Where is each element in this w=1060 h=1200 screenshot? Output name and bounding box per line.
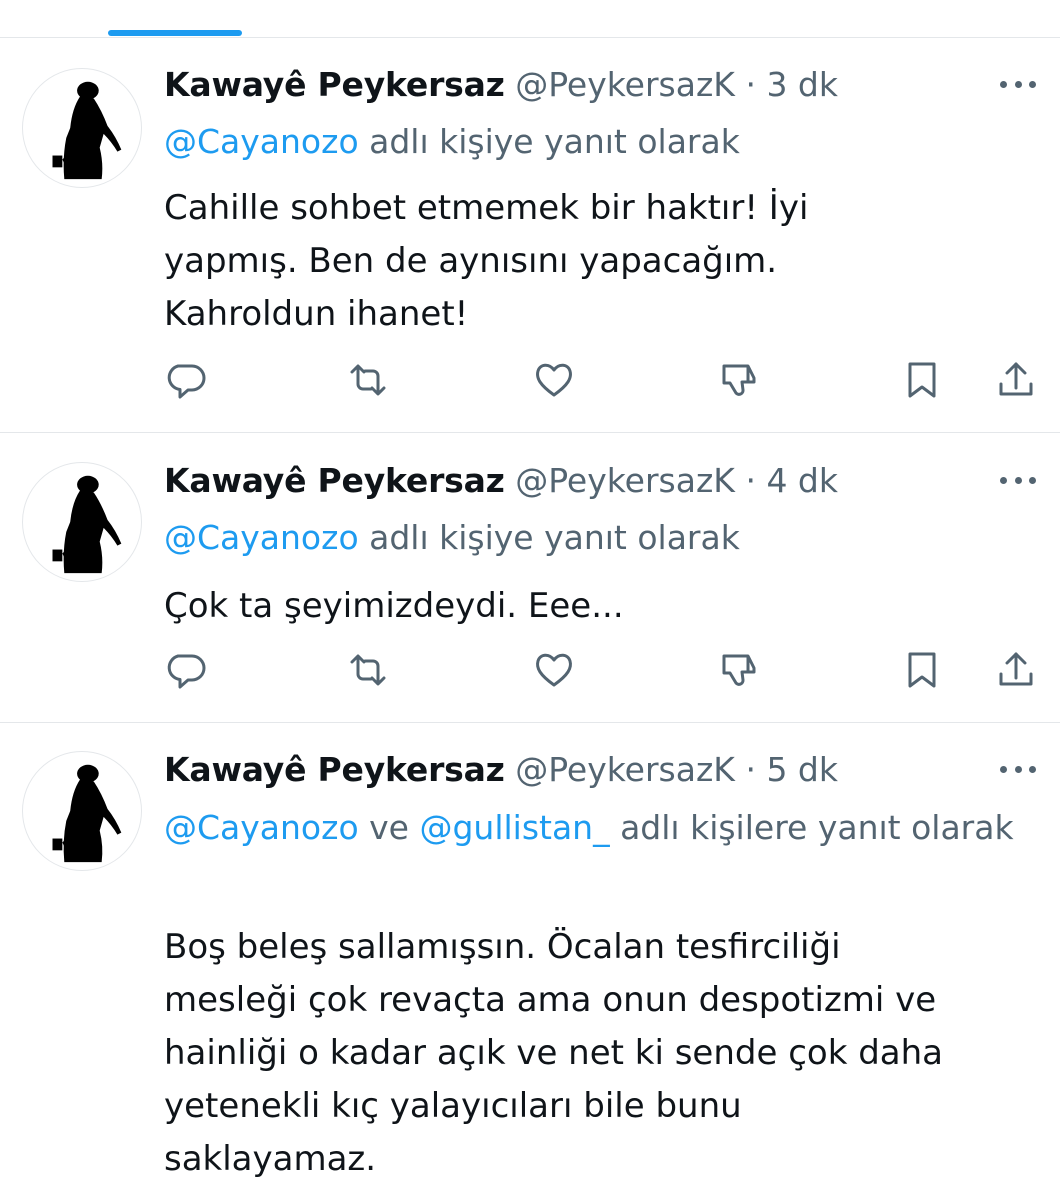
share-icon[interactable] [994, 358, 1038, 402]
avatar[interactable] [22, 462, 142, 582]
author-name[interactable]: Kawayê Peykersaz [164, 65, 505, 104]
reply-suffix: adlı kişilere yanıt olarak [609, 808, 1014, 847]
timestamp[interactable]: 3 dk [766, 65, 838, 104]
tweet-text-line: yetenekli kıç yalayıcıları bile bunu [164, 1086, 742, 1126]
author-handle[interactable]: @PeykersazK [515, 461, 735, 500]
tweet-text-line: Kahroldun ihanet! [164, 294, 469, 334]
tweet-text-line: Cahille sohbet etmemek bir haktır! İyi [164, 188, 809, 228]
retweet-icon[interactable] [346, 648, 390, 692]
dislike-icon[interactable] [716, 358, 760, 402]
separator: · [745, 65, 756, 104]
reply-icon[interactable] [164, 648, 208, 692]
action-bar [160, 358, 1040, 402]
tweet-text: Boş beleş sallamışsın. Öcalan tesfircili… [164, 921, 1034, 1186]
reply-context: @Cayanozo ve @gullistan_ adlı kişilere y… [164, 800, 1034, 856]
tweet[interactable]: Kawayê Peykersaz @PeykersazK · 3 dk @Cay… [0, 0, 1060, 432]
mention-link[interactable]: @Cayanozo [164, 808, 359, 847]
separator: · [745, 461, 756, 500]
author-handle[interactable]: @PeykersazK [515, 750, 735, 789]
author-name[interactable]: Kawayê Peykersaz [164, 750, 505, 789]
mention-link[interactable]: @Cayanozo [164, 122, 359, 161]
reply-icon[interactable] [164, 358, 208, 402]
dislike-icon[interactable] [716, 648, 760, 692]
like-icon[interactable] [532, 648, 576, 692]
action-bar [160, 648, 1040, 692]
tweet-text-line: yapmış. Ben de aynısını yapacağım. [164, 241, 778, 281]
author-handle[interactable]: @PeykersazK [515, 65, 735, 104]
bookmark-icon[interactable] [900, 358, 944, 402]
bookmark-icon[interactable] [900, 648, 944, 692]
avatar[interactable] [22, 751, 142, 871]
mention-link[interactable]: @Cayanozo [164, 518, 359, 557]
more-icon[interactable] [1000, 470, 1036, 490]
tweet-text-line: mesleği çok revaçta ama onun despotizmi … [164, 980, 937, 1020]
tweet-text-line: Boş beleş sallamışsın. Öcalan tesfircili… [164, 927, 841, 967]
mention-link[interactable]: @gullistan_ [419, 808, 609, 847]
timestamp[interactable]: 4 dk [766, 461, 838, 500]
tweet-text: Cahille sohbet etmemek bir haktır! İyi y… [164, 182, 1034, 341]
like-icon[interactable] [532, 358, 576, 402]
reply-connector: ve [358, 808, 420, 847]
more-icon[interactable] [1000, 759, 1036, 779]
reply-context: @Cayanozo adlı kişiye yanıt olarak [164, 510, 1034, 566]
tweet-header: Kawayê Peykersaz @PeykersazK · 4 dk [164, 459, 838, 503]
tweet-text-line: hainliği o kadar açık ve net ki sende ço… [164, 1033, 943, 1073]
tweet-header: Kawayê Peykersaz @PeykersazK · 5 dk [164, 748, 838, 792]
tweet[interactable]: Kawayê Peykersaz @PeykersazK · 4 dk @Cay… [0, 433, 1060, 722]
tweet-header: Kawayê Peykersaz @PeykersazK · 3 dk [164, 63, 838, 107]
tweet[interactable]: Kawayê Peykersaz @PeykersazK · 5 dk @Cay… [0, 723, 1060, 1200]
reply-context: @Cayanozo adlı kişiye yanıt olarak [164, 114, 1034, 170]
tweet-text: Çok ta şeyimizdeydi. Eee... [164, 580, 1034, 633]
share-icon[interactable] [994, 648, 1038, 692]
separator: · [745, 750, 756, 789]
tweet-text-line: saklayamaz. [164, 1139, 377, 1179]
avatar[interactable] [22, 68, 142, 188]
more-icon[interactable] [1000, 74, 1036, 94]
timestamp[interactable]: 5 dk [766, 750, 838, 789]
retweet-icon[interactable] [346, 358, 390, 402]
tweet-text-line: Çok ta şeyimizdeydi. Eee... [164, 586, 624, 626]
reply-suffix: adlı kişiye yanıt olarak [358, 122, 740, 161]
reply-suffix: adlı kişiye yanıt olarak [358, 518, 740, 557]
author-name[interactable]: Kawayê Peykersaz [164, 461, 505, 500]
